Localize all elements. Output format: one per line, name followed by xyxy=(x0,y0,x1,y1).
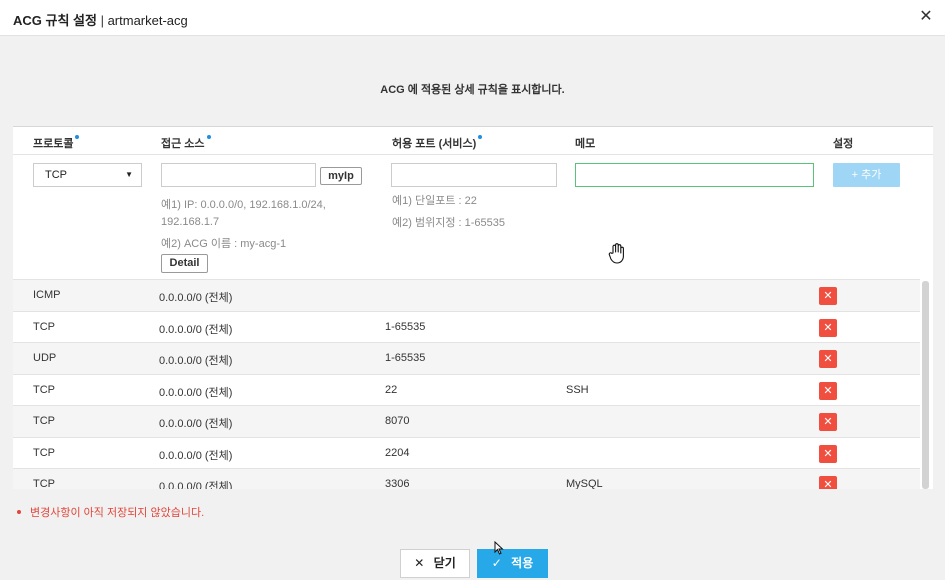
delete-rule-button[interactable]: ✕ xyxy=(819,381,837,400)
rule-source: 0.0.0.0/0 (전체) xyxy=(159,481,233,489)
rule-source: 0.0.0.0/0 (전체) xyxy=(159,449,233,462)
close-icon: ✕ xyxy=(414,556,425,570)
rule-protocol: TCP xyxy=(33,446,55,459)
rule-port: 8070 xyxy=(385,415,410,427)
port-input[interactable] xyxy=(391,163,557,187)
column-setting: 설정 xyxy=(833,138,854,150)
dialog-header: ACG 규칙 설정 | artmarket-acg ✕ xyxy=(0,0,945,36)
warning-bullet xyxy=(17,510,21,515)
rule-protocol: TCP xyxy=(33,478,55,489)
rules-scrollbar[interactable] xyxy=(922,281,929,489)
warning-text: 변경사항이 아직 저장되지 않았습니다. xyxy=(30,507,205,519)
apply-button[interactable]: ✓ 적용 xyxy=(477,549,548,578)
delete-rule-button[interactable]: ✕ xyxy=(819,318,837,337)
dialog-title: ACG 규칙 설정 | artmarket-acg xyxy=(13,10,188,29)
protocol-select[interactable]: TCP ▼ xyxy=(33,163,142,187)
delete-rule-button[interactable]: ✕ xyxy=(819,476,837,489)
column-source: 접근 소스 xyxy=(161,135,211,151)
rule-protocol: TCP xyxy=(33,415,55,427)
description-text: ACG 에 적용된 상세 규칙을 표시합니다. xyxy=(380,84,565,96)
detail-button[interactable]: Detail xyxy=(161,254,208,273)
column-memo: 메모 xyxy=(575,138,596,150)
rule-row: TCP 0.0.0.0/0 (전체) 2204 ✕ xyxy=(13,436,920,468)
rule-port: 22 xyxy=(385,383,398,396)
rule-row: TCP 0.0.0.0/0 (전체) 22 SSH ✕ xyxy=(13,373,920,405)
rule-protocol: ICMP xyxy=(33,289,61,301)
rule-row: TCP 0.0.0.0/0 (전체) 1-65535 ✕ xyxy=(13,310,920,342)
rule-protocol: TCP xyxy=(33,320,55,333)
rules-list: ICMP 0.0.0.0/0 (전체) ✕ TCP 0.0.0.0/0 (전체)… xyxy=(13,279,920,489)
protocol-select-value: TCP xyxy=(45,169,67,181)
caret-down-icon: ▼ xyxy=(125,170,133,179)
hand-cursor-icon xyxy=(608,243,624,264)
arrow-cursor-icon xyxy=(494,541,504,555)
delete-rule-button[interactable]: ✕ xyxy=(819,413,837,431)
delete-rule-button[interactable]: ✕ xyxy=(819,444,837,463)
rules-table: 프로토콜 접근 소스 허용 포트 (서비스) 메모 설정 TCP ▼ myIp … xyxy=(13,126,933,489)
rule-row: ICMP 0.0.0.0/0 (전체) ✕ xyxy=(13,279,920,311)
required-dot xyxy=(478,135,483,139)
close-button-label: 닫기 xyxy=(433,556,456,570)
rule-protocol: TCP xyxy=(33,383,55,396)
rule-port: 1-65535 xyxy=(385,320,426,333)
source-hint-1: 예1) IP: 0.0.0.0/0, 192.168.1.0/24, xyxy=(161,199,326,211)
rule-port: 3306 xyxy=(385,478,410,489)
unsaved-warning: 변경사항이 아직 저장되지 않았습니다. xyxy=(17,504,204,520)
rule-protocol: UDP xyxy=(33,352,57,364)
header-divider xyxy=(13,154,933,155)
rule-source: 0.0.0.0/0 (전체) xyxy=(159,418,233,430)
acg-name: artmarket-acg xyxy=(107,13,188,28)
source-hint-1b: 192.168.1.7 xyxy=(161,216,220,228)
apply-button-label: 적용 xyxy=(511,556,534,570)
rule-row: UDP 0.0.0.0/0 (전체) 1-65535 ✕ xyxy=(13,342,920,374)
add-button[interactable]: + 추가 xyxy=(833,163,900,187)
column-protocol: 프로토콜 xyxy=(33,135,80,151)
scrollbar-thumb[interactable] xyxy=(922,281,929,489)
port-hint-2: 예2) 범위지정 : 1-65535 xyxy=(392,217,505,229)
rule-source: 0.0.0.0/0 (전체) xyxy=(159,386,233,399)
title-separator: | xyxy=(96,13,108,28)
source-hint-2: 예2) ACG 이름 : my-acg-1 xyxy=(161,238,287,250)
port-hint-1: 예1) 단일포트 : 22 xyxy=(392,195,477,207)
close-icon[interactable]: ✕ xyxy=(917,8,935,26)
rule-memo: MySQL xyxy=(566,478,603,489)
close-button[interactable]: ✕ 닫기 xyxy=(400,549,470,578)
rule-port: 2204 xyxy=(385,446,410,459)
memo-input[interactable] xyxy=(575,163,814,187)
rule-memo: SSH xyxy=(566,383,589,396)
source-input[interactable] xyxy=(161,163,316,187)
rule-row: TCP 0.0.0.0/0 (전체) 8070 ✕ xyxy=(13,405,920,437)
delete-rule-button[interactable]: ✕ xyxy=(819,287,837,305)
rule-row: TCP 0.0.0.0/0 (전체) 3306 MySQL ✕ xyxy=(13,468,920,489)
check-icon: ✓ xyxy=(491,556,502,570)
column-port: 허용 포트 (서비스) xyxy=(392,135,483,151)
rule-port: 1-65535 xyxy=(385,352,426,364)
rule-source: 0.0.0.0/0 (전체) xyxy=(159,292,233,304)
rule-source: 0.0.0.0/0 (전체) xyxy=(159,323,233,336)
rule-source: 0.0.0.0/0 (전체) xyxy=(159,355,233,367)
myip-button[interactable]: myIp xyxy=(320,167,362,185)
dialog-title-main: ACG 규칙 설정 xyxy=(13,13,97,28)
required-dot xyxy=(75,135,80,139)
required-dot xyxy=(206,135,211,139)
delete-rule-button[interactable]: ✕ xyxy=(819,350,837,368)
